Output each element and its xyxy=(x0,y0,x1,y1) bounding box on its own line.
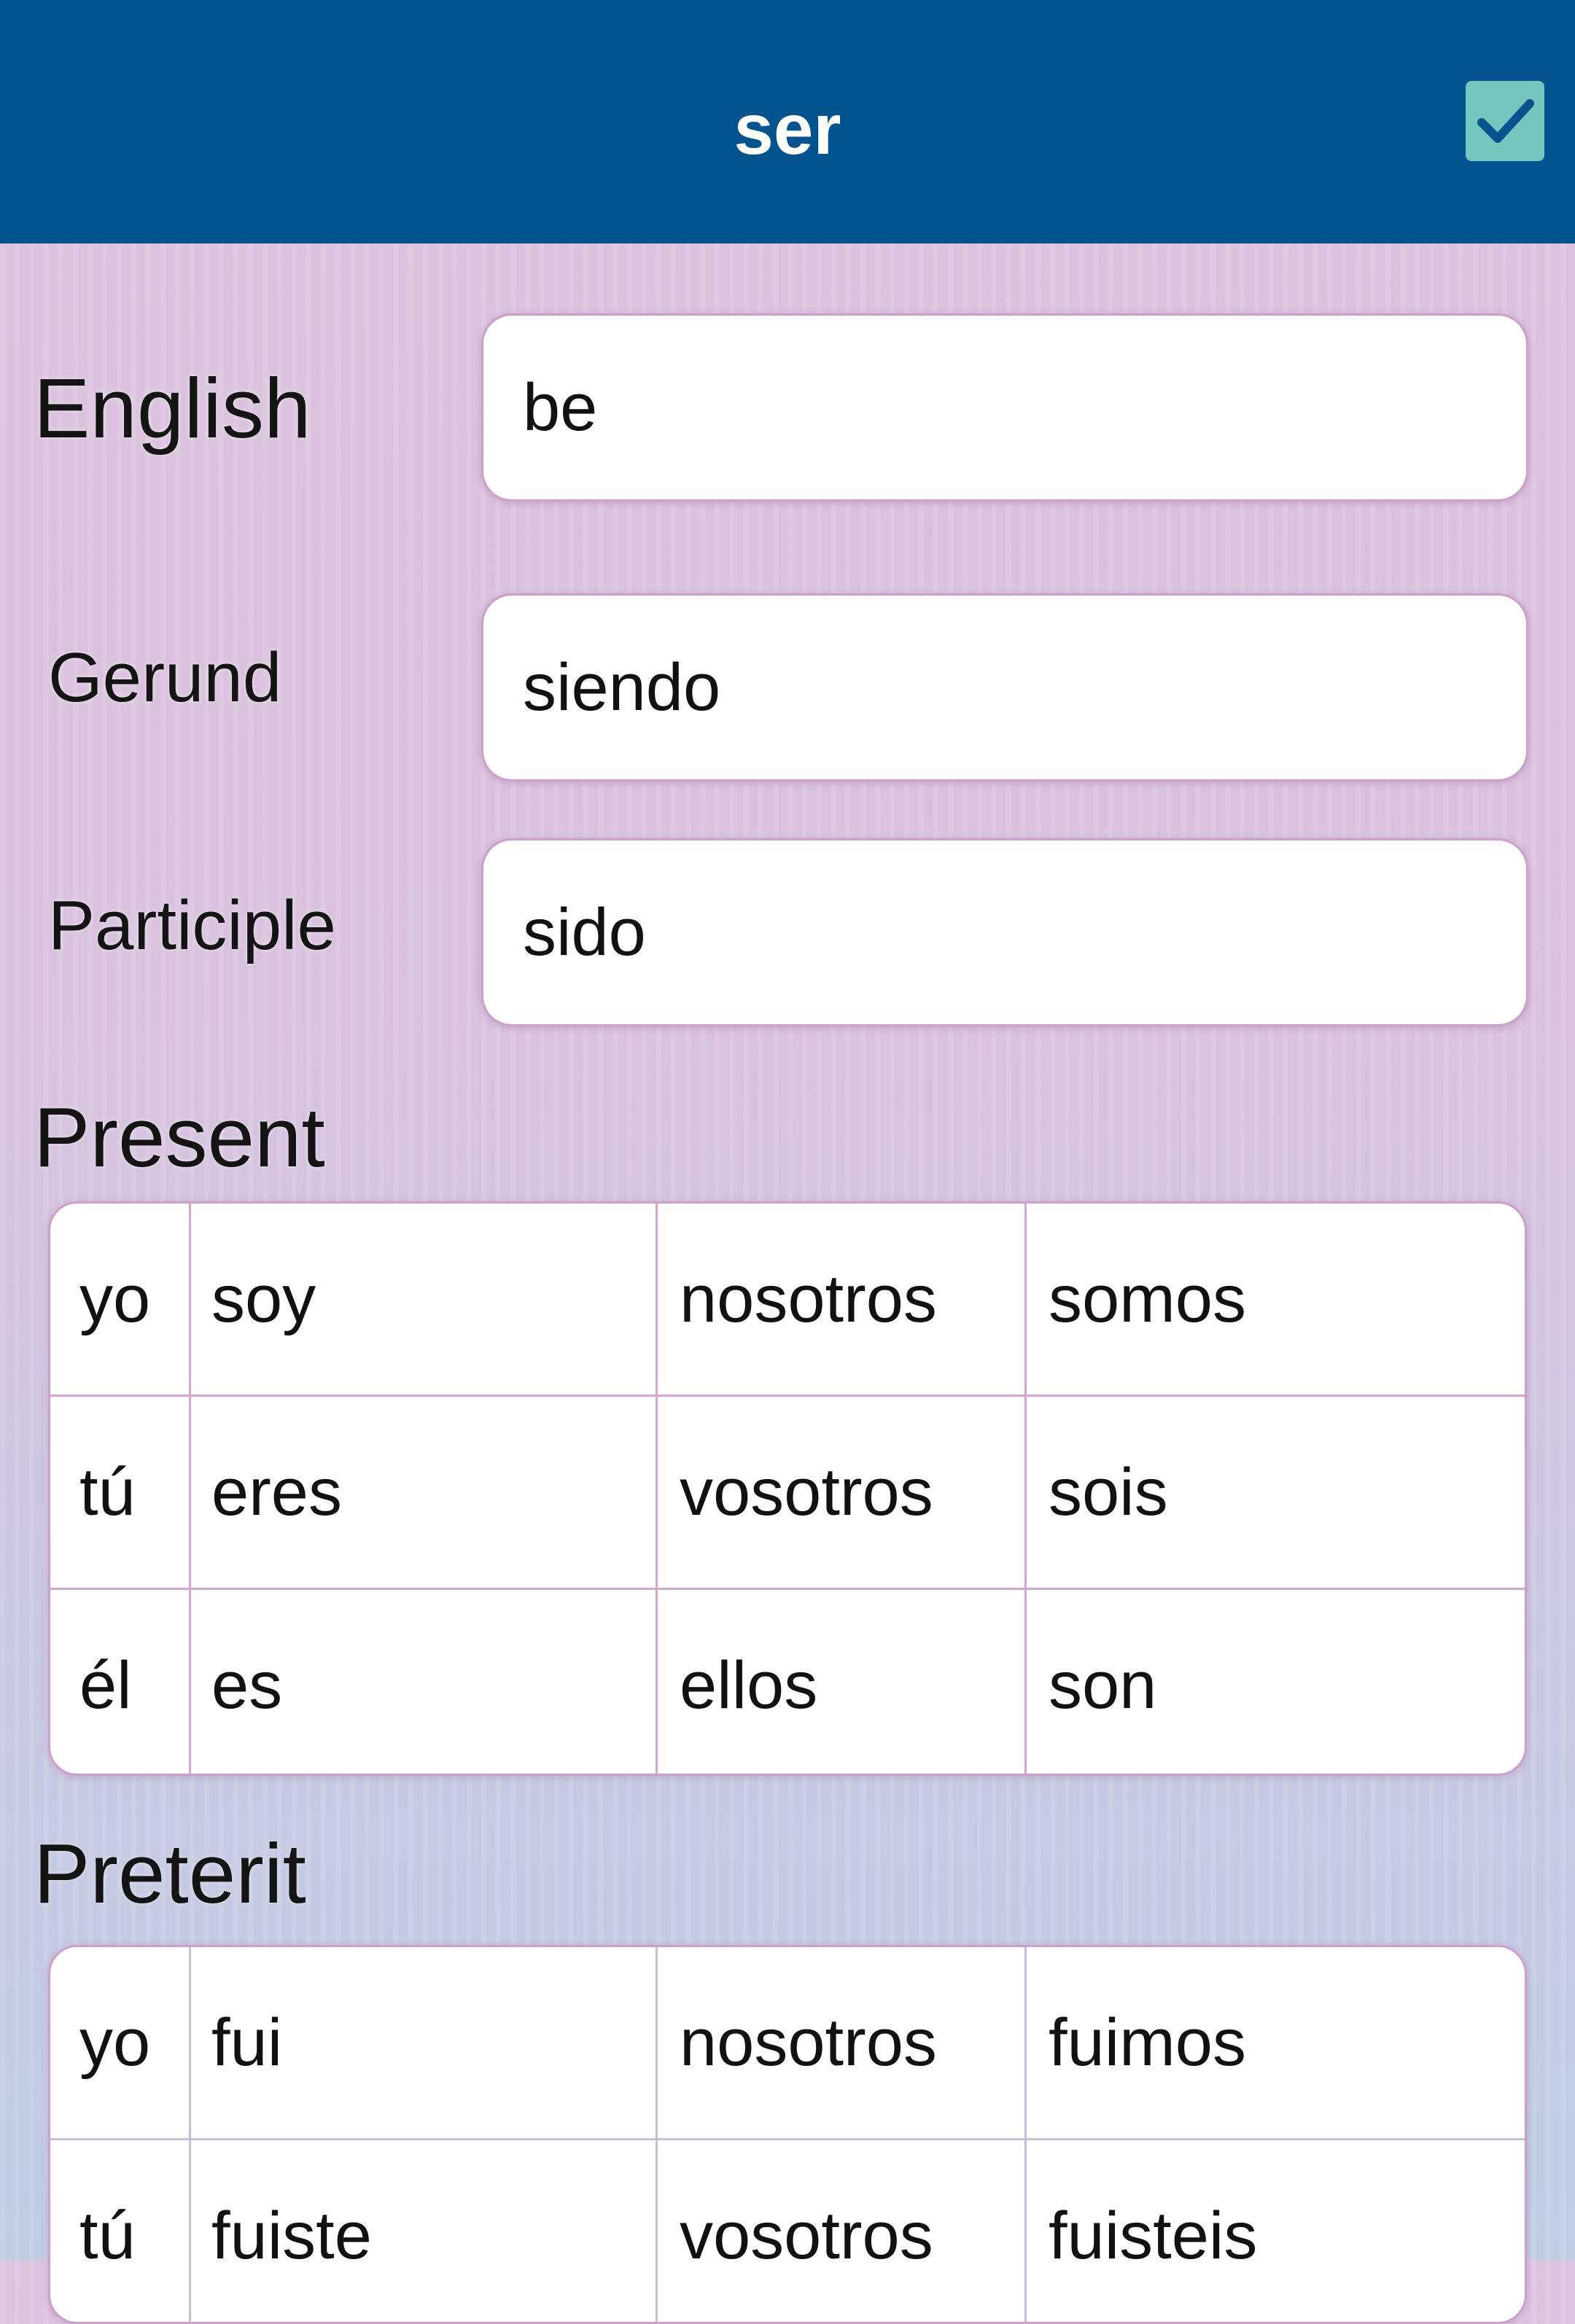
plural-pronoun-cell: nosotros xyxy=(658,1204,1027,1395)
form-cell[interactable]: eres xyxy=(191,1397,658,1588)
participle-field[interactable] xyxy=(481,838,1528,1026)
pronoun-cell: tú xyxy=(50,2140,191,2322)
participle-label: Participle xyxy=(48,886,336,964)
plural-pronoun-cell: nosotros xyxy=(658,1947,1027,2138)
preterit-section-title: Preterit xyxy=(34,1826,306,1921)
gerund-field[interactable] xyxy=(481,593,1528,781)
pronoun-cell: yo xyxy=(50,1947,191,2138)
table-row: tú fuiste vosotros fuisteis xyxy=(50,2140,1525,2322)
plural-pronoun-cell: ellos xyxy=(658,1590,1027,1774)
present-conjugation-table: yo soy nosotros somos tú eres vosotros s… xyxy=(48,1201,1527,1776)
plural-pronoun-cell: vosotros xyxy=(658,2140,1027,2322)
plural-form-cell[interactable]: somos xyxy=(1027,1204,1525,1395)
confirm-button[interactable] xyxy=(1466,81,1544,161)
form-cell[interactable]: soy xyxy=(191,1204,658,1395)
form-cell[interactable]: fuiste xyxy=(191,2140,658,2322)
table-row: tú eres vosotros sois xyxy=(50,1397,1525,1590)
table-row: yo soy nosotros somos xyxy=(50,1204,1525,1397)
form-cell[interactable]: fui xyxy=(191,1947,658,2138)
table-row: yo fui nosotros fuimos xyxy=(50,1947,1525,2140)
english-field[interactable] xyxy=(481,313,1528,502)
present-section-title: Present xyxy=(34,1090,325,1185)
pronoun-cell: yo xyxy=(50,1204,191,1395)
preterit-conjugation-table: yo fui nosotros fuimos tú fuiste vosotro… xyxy=(48,1945,1527,2324)
plural-form-cell[interactable]: fuisteis xyxy=(1027,2140,1525,2322)
english-label: English xyxy=(34,361,311,456)
page-title: ser xyxy=(734,89,841,169)
top-app-bar: ser xyxy=(0,0,1575,243)
plural-form-cell[interactable]: fuimos xyxy=(1027,1947,1525,2138)
table-row: él es ellos son xyxy=(50,1590,1525,1774)
plural-form-cell[interactable]: sois xyxy=(1027,1397,1525,1588)
plural-form-cell[interactable]: son xyxy=(1027,1590,1525,1774)
pronoun-cell: él xyxy=(50,1590,191,1774)
form-cell[interactable]: es xyxy=(191,1590,658,1774)
checkmark-icon xyxy=(1477,99,1534,143)
plural-pronoun-cell: vosotros xyxy=(658,1397,1027,1588)
pronoun-cell: tú xyxy=(50,1397,191,1588)
gerund-label: Gerund xyxy=(48,639,282,717)
